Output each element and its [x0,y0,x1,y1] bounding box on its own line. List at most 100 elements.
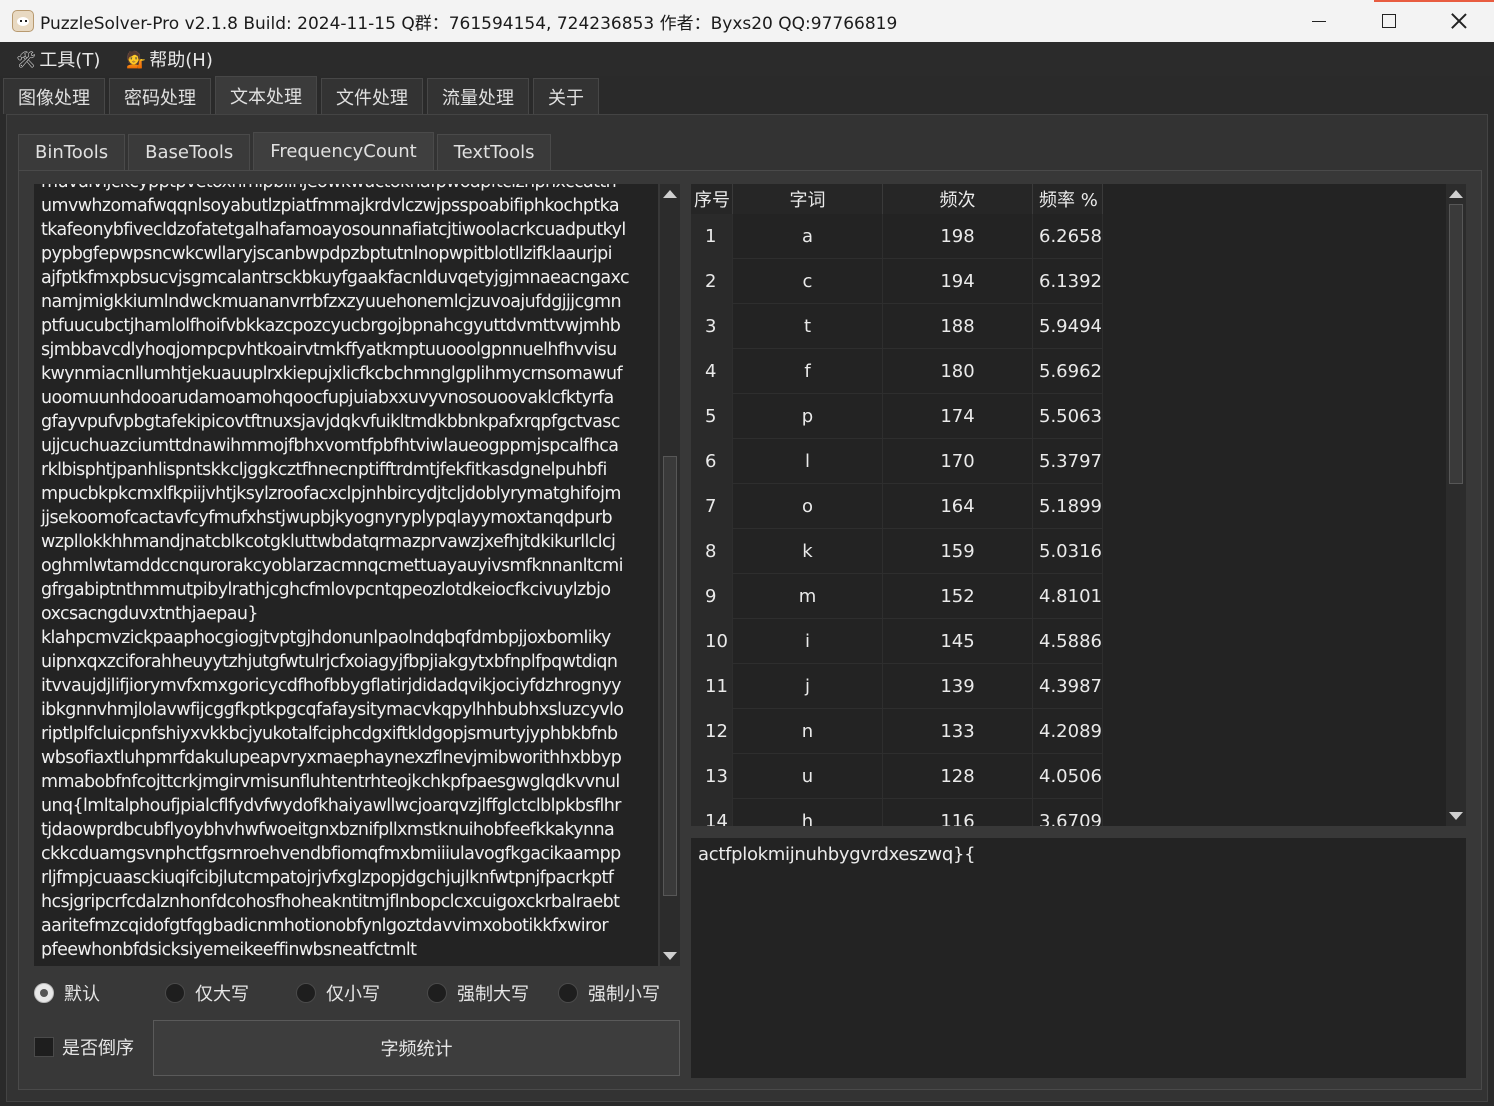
cell-count[interactable]: 170 [883,439,1033,484]
cell-rate[interactable]: 4.8101 [1033,574,1103,619]
cell-index[interactable]: 9 [691,574,733,619]
scroll-down-icon[interactable] [663,952,677,960]
table-scrollbar[interactable] [1446,184,1466,826]
table-row[interactable]: 1 a 198 6.2658 [691,214,1103,259]
cell-rate[interactable]: 6.2658 [1033,214,1103,259]
reverse-checkbox-row[interactable]: 是否倒序 [34,1034,134,1060]
cell-count[interactable]: 164 [883,484,1033,529]
close-button[interactable] [1424,0,1494,42]
cell-index[interactable]: 5 [691,394,733,439]
input-scroll-thumb[interactable] [663,456,677,896]
radio-force-lower-dot[interactable] [558,983,578,1003]
cell-rate[interactable]: 4.5886 [1033,619,1103,664]
cell-count[interactable]: 139 [883,664,1033,709]
cell-count[interactable]: 145 [883,619,1033,664]
cell-word[interactable]: n [733,709,883,754]
cell-rate[interactable]: 4.2089 [1033,709,1103,754]
cell-count[interactable]: 116 [883,799,1033,826]
cell-count[interactable]: 180 [883,349,1033,394]
frequency-count-button[interactable]: 字频统计 [153,1020,680,1076]
table-row[interactable]: 14 h 116 3.6709 [691,799,1103,826]
cell-word[interactable]: l [733,439,883,484]
table-scroll-up-icon[interactable] [1449,190,1463,198]
table-row[interactable]: 12 n 133 4.2089 [691,709,1103,754]
cell-rate[interactable]: 6.1392 [1033,259,1103,304]
cell-index[interactable]: 3 [691,304,733,349]
cell-rate[interactable]: 4.0506 [1033,754,1103,799]
cell-rate[interactable]: 4.3987 [1033,664,1103,709]
table-row[interactable]: 8 k 159 5.0316 [691,529,1103,574]
cell-rate[interactable]: 5.0316 [1033,529,1103,574]
cell-word[interactable]: o [733,484,883,529]
minimize-button[interactable] [1284,0,1354,42]
header-rate[interactable]: 频率 % [1033,184,1103,214]
cell-count[interactable]: 152 [883,574,1033,619]
tab-traffic[interactable]: 流量处理 [427,78,529,114]
table-row[interactable]: 3 t 188 5.9494 [691,304,1103,349]
table-row[interactable]: 11 j 139 4.3987 [691,664,1103,709]
cell-rate[interactable]: 5.3797 [1033,439,1103,484]
header-count[interactable]: 频次 [883,184,1033,214]
tab-texttools[interactable]: TextTools [436,134,552,170]
header-word[interactable]: 字词 [733,184,883,214]
cell-index[interactable]: 2 [691,259,733,304]
tab-image[interactable]: 图像处理 [3,78,105,114]
table-row[interactable]: 2 c 194 6.1392 [691,259,1103,304]
cell-word[interactable]: u [733,754,883,799]
table-scroll-down-icon[interactable] [1449,812,1463,820]
table-row[interactable]: 13 u 128 4.0506 [691,754,1103,799]
radio-force-upper[interactable]: 强制大写 [427,980,558,1006]
menu-tools[interactable]: 🛠 工具(T) [16,46,100,72]
table-row[interactable]: 4 f 180 5.6962 [691,349,1103,394]
radio-default-dot[interactable] [34,983,54,1003]
output-textarea[interactable]: actfplokmijnuhbygvrdxeszwq}{ [691,838,1466,1078]
cell-word[interactable]: j [733,664,883,709]
table-row[interactable]: 6 l 170 5.3797 [691,439,1103,484]
cell-count[interactable]: 133 [883,709,1033,754]
cell-word[interactable]: k [733,529,883,574]
cell-index[interactable]: 7 [691,484,733,529]
cell-word[interactable]: a [733,214,883,259]
table-row[interactable]: 5 p 174 5.5063 [691,394,1103,439]
cell-word[interactable]: p [733,394,883,439]
radio-default[interactable]: 默认 [34,980,165,1006]
maximize-button[interactable] [1354,0,1424,42]
tab-basetools[interactable]: BaseTools [128,134,251,170]
radio-upper-only-dot[interactable] [165,983,185,1003]
cell-index[interactable]: 13 [691,754,733,799]
cell-rate[interactable]: 5.1899 [1033,484,1103,529]
radio-upper-only[interactable]: 仅大写 [165,980,296,1006]
cell-rate[interactable]: 5.6962 [1033,349,1103,394]
cell-word[interactable]: f [733,349,883,394]
cell-count[interactable]: 188 [883,304,1033,349]
cell-word[interactable]: i [733,619,883,664]
tab-file[interactable]: 文件处理 [321,78,423,114]
cell-word[interactable]: h [733,799,883,826]
radio-lower-only[interactable]: 仅小写 [296,980,427,1006]
cell-index[interactable]: 6 [691,439,733,484]
input-scrollbar[interactable] [660,184,680,966]
cell-rate[interactable]: 5.5063 [1033,394,1103,439]
cell-rate[interactable]: 3.6709 [1033,799,1103,826]
cell-word[interactable]: c [733,259,883,304]
radio-force-lower[interactable]: 强制小写 [558,980,660,1006]
header-index[interactable]: 序号 [691,184,733,214]
table-row[interactable]: 7 o 164 5.1899 [691,484,1103,529]
cell-count[interactable]: 194 [883,259,1033,304]
tab-bintools[interactable]: BinTools [18,134,126,170]
tab-text[interactable]: 文本处理 [215,76,317,114]
cell-count[interactable]: 198 [883,214,1033,259]
tab-frequencycount[interactable]: FrequencyCount [253,132,434,170]
cell-count[interactable]: 128 [883,754,1033,799]
radio-force-upper-dot[interactable] [427,983,447,1003]
cell-index[interactable]: 14 [691,799,733,826]
cell-index[interactable]: 8 [691,529,733,574]
cell-index[interactable]: 1 [691,214,733,259]
cell-index[interactable]: 4 [691,349,733,394]
reverse-checkbox[interactable] [34,1037,54,1057]
scroll-up-icon[interactable] [663,190,677,198]
cell-word[interactable]: m [733,574,883,619]
radio-lower-only-dot[interactable] [296,983,316,1003]
cell-index[interactable]: 10 [691,619,733,664]
tab-about[interactable]: 关于 [533,78,599,114]
